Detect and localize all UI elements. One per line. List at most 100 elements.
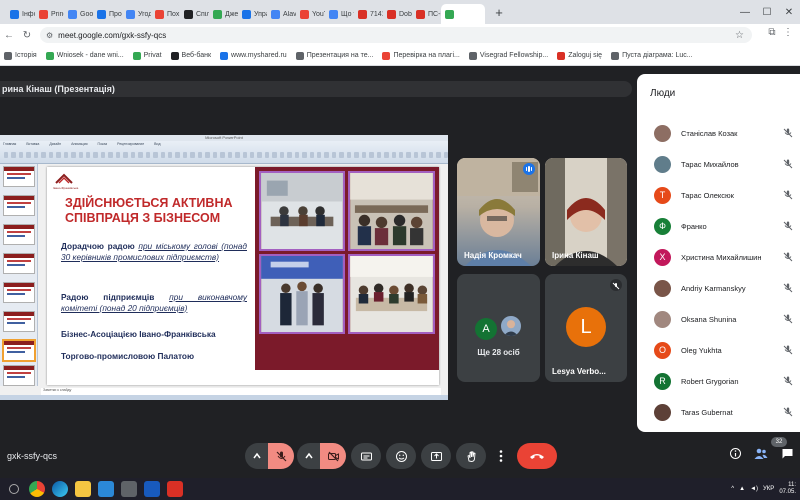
bookmark-star-icon[interactable]: ☆ [735,30,744,41]
maximize-icon[interactable]: ☐ [756,7,778,18]
mic-off-icon[interactable] [782,251,794,263]
mic-toggle-button[interactable] [268,443,294,469]
tab-favicon-icon [271,9,280,19]
bookmark-item[interactable]: Visegrad Fellowship... [468,51,548,60]
chat-button[interactable] [774,447,800,465]
url-field[interactable]: ⚙ meet.google.com/gxk-ssfy-qcs ☆ [40,27,752,43]
browser-tab[interactable]: Упра [238,4,267,24]
pdf-icon[interactable] [167,481,183,497]
browser-tab[interactable]: YouTu [296,4,325,24]
video-options-button[interactable] [297,443,320,469]
slide-thumbnail[interactable] [3,253,35,274]
people-button[interactable] [748,447,774,465]
bookmark-item[interactable]: Перевірка на плагі... [382,51,460,60]
slide-thumbnail[interactable] [3,224,35,245]
captions-button[interactable] [351,443,381,469]
reactions-button[interactable] [386,443,416,469]
browser-tab[interactable]: Угодя [122,4,151,24]
browser-tab[interactable]: 7141( [354,4,383,24]
chrome-icon[interactable] [29,481,45,497]
participant-row[interactable]: Andriy Karmanskyy [654,278,794,298]
bookmark-item[interactable]: Історія [4,51,37,60]
new-tab-button[interactable]: + [489,5,509,20]
browser-tab[interactable]: Dobr [383,4,412,24]
leave-call-button[interactable] [517,443,557,469]
participant-row[interactable]: R Robert Grygorian [654,371,794,391]
back-icon[interactable]: ← [0,30,18,41]
mic-off-icon[interactable] [782,189,794,201]
participant-row[interactable]: Тарас Михайлов [654,154,794,174]
audio-options-button[interactable] [245,443,268,469]
browser-tab[interactable]: Пох Е [151,4,180,24]
participant-name: Robert Grygorian [681,376,739,386]
slide-thumbnail[interactable] [3,365,35,386]
browser-tab[interactable] [441,4,485,24]
participant-tile[interactable]: Надія Кромкач [457,158,540,266]
browser-tab[interactable]: Джер [209,4,238,24]
meeting-info-button[interactable] [722,447,748,465]
others-tile[interactable]: A Ще 28 осіб [457,274,540,382]
slide-thumbnail[interactable] [3,195,35,216]
participant-row[interactable]: Ф Франко [654,216,794,236]
menu-icon[interactable]: ⋮ [780,27,796,38]
browser-tab[interactable]: Про с [93,4,122,24]
search-taskbar-icon[interactable] [9,484,19,494]
participant-name: Lesya Verbo... [552,367,606,376]
browser-tab[interactable]: Спілк [180,4,209,24]
bookmark-item[interactable]: Пуста діаграма: Luc... [611,51,693,60]
bookmark-item[interactable]: Веб-банк [170,51,211,60]
extensions-icon[interactable]: ⧉ [764,27,780,38]
mic-off-icon[interactable] [782,344,794,356]
reload-icon[interactable]: ↻ [18,30,36,41]
browser-tab[interactable]: Alavi [267,4,296,24]
close-window-icon[interactable]: ✕ [778,7,800,18]
camera-toggle-button[interactable] [320,443,346,469]
browser-tab[interactable]: Інфор [6,4,35,24]
participant-row[interactable]: Taras Gubernat [654,402,794,422]
store-icon[interactable] [98,481,114,497]
explorer-icon[interactable] [75,481,91,497]
browser-tab[interactable]: Princ [35,4,64,24]
browser-tab[interactable]: ПС-Р [412,4,441,24]
bookmark-item[interactable]: www.myshared.ru [220,51,287,60]
participant-row[interactable]: Oksana Shunina [654,309,794,329]
participant-row[interactable]: O Oleg Yukhta [654,340,794,360]
network-icon[interactable]: ▲ [739,486,745,492]
mic-off-icon[interactable] [782,375,794,387]
participant-row[interactable]: Т Тарас Олексюк [654,185,794,205]
bookmark-item[interactable]: Wniosek - dane wni... [45,51,124,60]
mic-off-icon[interactable] [782,406,794,418]
language-indicator[interactable]: УКР [763,486,774,492]
app-icon[interactable] [121,481,137,497]
browser-tab[interactable]: Goog [64,4,93,24]
participant-row[interactable]: Х Христина Михайлишин [654,247,794,267]
mic-off-icon[interactable] [782,127,794,139]
mic-off-icon[interactable] [782,220,794,232]
more-options-button[interactable] [491,443,511,469]
mic-off-icon[interactable] [782,158,794,170]
minimize-icon[interactable]: — [734,7,756,18]
slide-thumbnail[interactable] [3,166,35,187]
tab-favicon-icon [445,9,454,19]
participant-tile[interactable]: Ірина Кінаш [545,158,627,266]
participant-row[interactable]: Станіслав Козак [654,123,794,143]
tab-label: Про с [109,10,122,18]
bookmark-item[interactable]: Zaloguj się [557,51,602,60]
slide-thumbnail[interactable] [3,311,35,332]
raise-hand-button[interactable] [456,443,486,469]
mic-off-icon[interactable] [782,282,794,294]
edge-icon[interactable] [52,481,68,497]
word-icon[interactable] [144,481,160,497]
browser-tab[interactable]: Що та [325,4,354,24]
slide-thumbnail[interactable] [3,282,35,303]
bookmark-item[interactable]: Презентация на те... [295,51,373,60]
bookmark-item[interactable]: Privat [132,51,162,60]
site-info-icon[interactable]: ⚙ [46,31,53,40]
present-button[interactable] [421,443,451,469]
participant-tile[interactable]: L Lesya Verbo... [545,274,627,382]
slide-thumbnail[interactable] [2,339,36,362]
clock[interactable]: 11: 07.05. [779,482,796,496]
mic-off-icon[interactable] [782,313,794,325]
volume-icon[interactable]: ◄) [750,486,758,492]
tray-chevron-icon[interactable]: ^ [731,486,734,492]
